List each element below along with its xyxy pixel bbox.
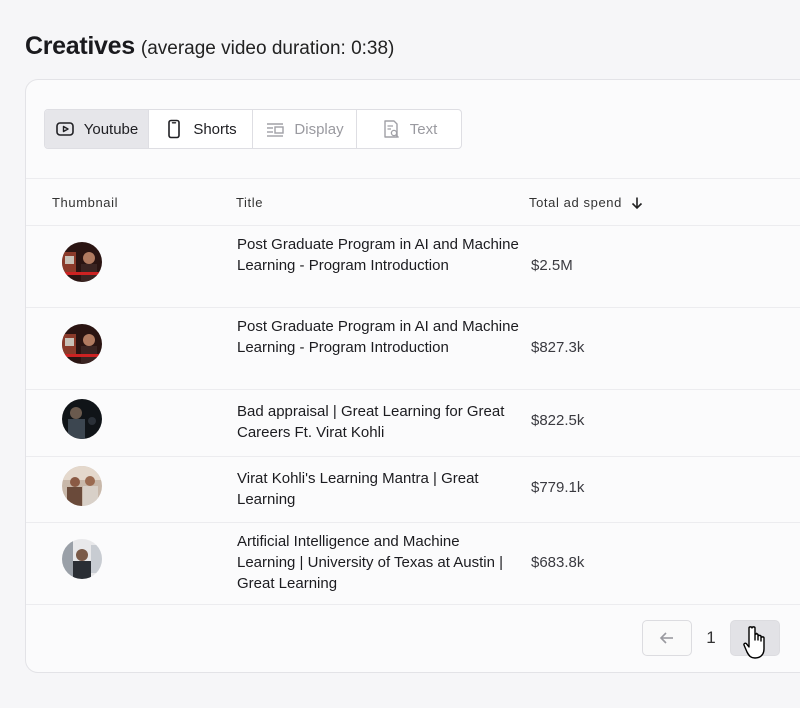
column-spend-label: Total ad spend bbox=[529, 195, 622, 210]
column-header-title: Title bbox=[236, 195, 263, 210]
phone-icon bbox=[168, 119, 181, 139]
page-subtitle: (average video duration: 0:38) bbox=[140, 38, 395, 59]
tab-text[interactable]: Text bbox=[357, 110, 461, 148]
video-thumbnail bbox=[62, 539, 102, 579]
video-title: Virat Kohli's Learning Mantra | Great Le… bbox=[237, 470, 479, 508]
ad-spend-value: $827.3k bbox=[531, 339, 585, 356]
video-title: Artificial Intelligence and Machine Lear… bbox=[237, 533, 503, 592]
video-thumbnail bbox=[62, 242, 102, 282]
format-tabs: Youtube Shorts Display Text bbox=[44, 109, 462, 149]
display-icon bbox=[267, 123, 285, 137]
column-header-thumbnail: Thumbnail bbox=[52, 195, 118, 210]
tab-shorts-label: Shorts bbox=[193, 120, 237, 138]
hand-pointer-cursor bbox=[743, 626, 765, 659]
arrow-down-icon bbox=[631, 197, 643, 209]
table-row[interactable]: Virat Kohli's Learning Mantra | Great Le… bbox=[26, 457, 800, 523]
text-search-icon bbox=[384, 120, 399, 138]
column-thumbnail-label: Thumbnail bbox=[52, 195, 119, 210]
tab-shorts[interactable]: Shorts bbox=[149, 110, 253, 148]
table-row[interactable]: Post Graduate Program in AI and Machine … bbox=[26, 308, 800, 390]
page-title: Creatives bbox=[25, 32, 135, 60]
current-page-number: 1 bbox=[706, 628, 716, 647]
video-title: Post Graduate Program in AI and Machine … bbox=[237, 318, 519, 356]
ad-spend-value: $779.1k bbox=[531, 479, 585, 496]
table-row[interactable]: Artificial Intelligence and Machine Lear… bbox=[26, 523, 800, 605]
column-header-total-ad-spend[interactable]: Total ad spend bbox=[529, 195, 644, 210]
previous-page-button[interactable] bbox=[642, 620, 692, 656]
column-title-label: Title bbox=[236, 195, 264, 210]
video-thumbnail bbox=[62, 324, 102, 364]
tab-text-label: Text bbox=[409, 120, 438, 138]
ad-spend-value: $683.8k bbox=[531, 554, 585, 571]
youtube-icon bbox=[55, 122, 74, 136]
creatives-card: Youtube Shorts Display Text Thumbnail Ti… bbox=[25, 79, 800, 673]
video-thumbnail bbox=[62, 466, 102, 506]
video-thumbnail bbox=[62, 399, 102, 439]
table-header: Thumbnail Title Total ad spend bbox=[26, 178, 800, 226]
tab-youtube-label: Youtube bbox=[83, 120, 139, 138]
ad-spend-value: $822.5k bbox=[531, 412, 585, 429]
table-row[interactable]: Post Graduate Program in AI and Machine … bbox=[26, 226, 800, 308]
table-row[interactable]: Bad appraisal | Great Learning for Great… bbox=[26, 390, 800, 457]
video-title: Bad appraisal | Great Learning for Great… bbox=[237, 403, 505, 441]
tab-youtube[interactable]: Youtube bbox=[45, 110, 149, 148]
page-heading: Creatives (average video duration: 0:38) bbox=[25, 32, 394, 61]
ad-spend-value: $2.5M bbox=[531, 257, 573, 274]
tab-display-label: Display bbox=[294, 120, 344, 138]
video-title: Post Graduate Program in AI and Machine … bbox=[237, 236, 519, 274]
arrow-left-icon bbox=[659, 632, 673, 644]
tab-display[interactable]: Display bbox=[253, 110, 357, 148]
